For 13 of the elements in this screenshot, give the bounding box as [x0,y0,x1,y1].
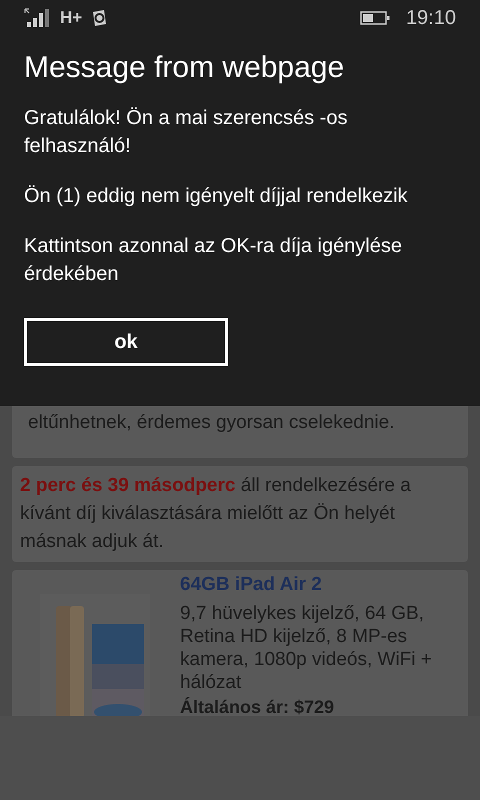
dialog-message: Ön (1) eddig nem igényelt díjjal rendelkezik [24,184,409,209]
battery-icon [360,11,390,25]
network-type: H+ [60,7,82,30]
dialog-message: Kattintson azonnal az OK-ra díja igénylése érdekében [24,234,403,287]
product-price: Általános ár: $729 [180,696,336,718]
clock: 19:10 [406,6,456,31]
product-description: 9,7 hüvelykes kijelző, 64 GB, Retina HD kijelző, 8 MP-es kamera, 1080p videós, WiFi + hálózat [180,602,433,694]
timer-text: 2 perc és 39 másodperc áll rendelkezésére a kívánt díj kiválasztására mielőtt az Ön helyét másnak adjuk át. [20,474,412,554]
ok-button[interactable]: ok [24,318,228,366]
signal-icon [24,8,52,28]
notice-text: eltűnhetnek, érdemes gyorsan cselekednie. [28,411,396,435]
dialog-message: Gratulálok! Ön a mai szerencsés -os felhasználó! [24,106,348,159]
dialog-title: Message from webpage [24,50,346,86]
